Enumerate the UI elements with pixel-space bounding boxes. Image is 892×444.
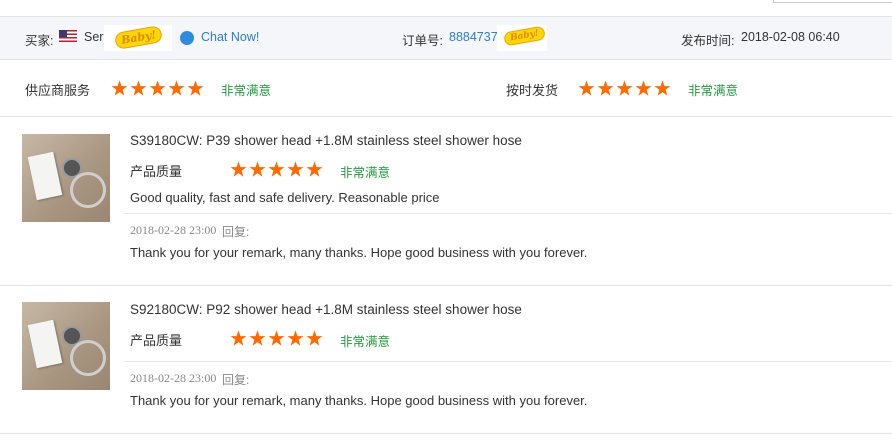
product-thumbnail[interactable] [22,302,110,390]
divider [124,213,892,214]
service-label: 供应商服务 [25,83,91,98]
star-icon [249,330,266,346]
divider [0,116,892,117]
published-time: 2018-02-08 06:40 [741,30,840,44]
star-icon [230,161,247,177]
product-thumbnail[interactable] [22,134,110,222]
chat-icon[interactable] [180,31,194,45]
buyer-logo: Baby! [104,25,172,51]
star-icon [111,80,128,96]
order-number-link[interactable]: 8884737 [449,30,498,44]
reply-date: 2018-02-28 23:00 [130,371,217,385]
quality-rating: 非常满意 [340,166,391,180]
star-icon [654,80,671,96]
star-icon [230,330,247,346]
reply-date: 2018-02-28 23:00 [130,223,217,237]
star-icon [268,161,285,177]
reply-label: 回复: [222,225,250,239]
quality-rating: 非常满意 [340,335,391,349]
published-label: 发布时间: [681,34,735,48]
seller-reply: Thank you for your remark, many thanks. … [130,393,588,408]
star-icon [187,80,204,96]
buyer-name[interactable]: Ser [84,30,103,44]
divider [0,433,892,434]
order-label: 订单号: [402,34,443,48]
product-title[interactable]: S39180CW: P39 shower head +1.8M stainles… [130,133,522,148]
service-rating: 非常满意 [221,84,272,98]
star-icon [635,80,652,96]
star-icon [306,330,323,346]
quality-stars [230,330,323,347]
shipping-label: 按时发货 [506,83,559,98]
star-icon [268,330,285,346]
shipping-stars [578,80,671,97]
star-icon [168,80,185,96]
review-comment: Good quality, fast and safe delivery. Re… [130,190,440,205]
star-icon [287,330,304,346]
review-header: 买家: Ser Baby! Chat Now! 订单号: 8884737 Bab… [0,16,892,60]
buyer-label: 买家: [25,34,54,48]
shipping-rating: 非常满意 [688,84,739,98]
star-icon [249,161,266,177]
star-icon [597,80,614,96]
seller-reply: Thank you for your remark, many thanks. … [130,245,588,260]
quality-stars [230,161,323,178]
star-icon [149,80,166,96]
order-logo: Baby! [497,25,547,51]
star-icon [616,80,633,96]
reply-label: 回复: [222,373,250,387]
quality-label: 产品质量 [130,333,183,348]
chat-now-link[interactable]: Chat Now! [201,30,259,44]
product-title[interactable]: S92180CW: P92 shower head +1.8M stainles… [130,302,522,317]
star-icon [130,80,147,96]
quality-label: 产品质量 [130,164,183,179]
star-icon [578,80,595,96]
service-stars [111,80,204,97]
star-icon [306,161,323,177]
us-flag-icon [59,30,77,42]
star-icon [287,161,304,177]
divider [0,285,892,286]
window-edge [773,0,892,3]
divider [124,361,892,362]
